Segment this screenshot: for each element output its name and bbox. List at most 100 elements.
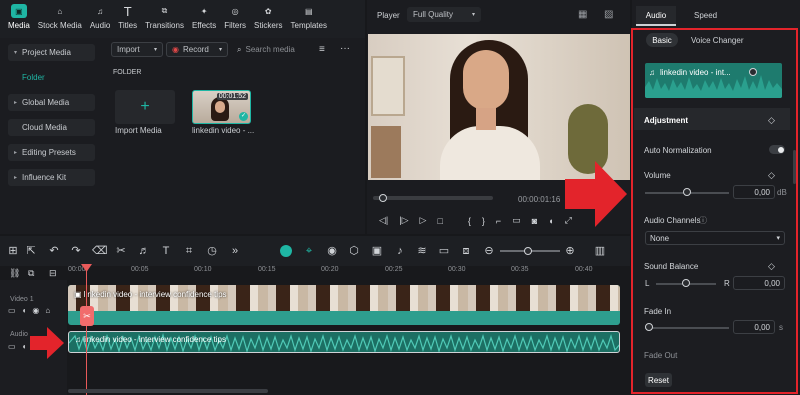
record-icon: ◉: [172, 45, 179, 54]
plus-icon: +: [140, 98, 150, 115]
media-clip-label: linkedin video - ...: [192, 126, 255, 135]
more-icon[interactable]: ···: [340, 43, 350, 54]
step-back-icon[interactable]: |▷: [399, 215, 408, 226]
video-person-shirt: [440, 126, 540, 180]
tab-titles[interactable]: T Titles: [114, 4, 141, 36]
speaker-icon[interactable]: ◖: [22, 342, 27, 351]
magnet-icon[interactable]: ⌖: [303, 245, 315, 257]
voiceover-icon[interactable]: ≋: [416, 245, 428, 257]
import-media-label: Import Media: [115, 126, 162, 135]
import-media-tile[interactable]: +: [115, 90, 175, 124]
sidebar-item-folder[interactable]: Folder: [8, 69, 95, 86]
quality-select[interactable]: Full Quality ▾: [407, 7, 481, 22]
speed-icon[interactable]: ◷: [206, 245, 218, 257]
stock-media-icon: ⌂: [57, 6, 63, 16]
zoom-knob[interactable]: [524, 247, 532, 255]
undo-icon[interactable]: ↶: [48, 245, 60, 257]
folder-icon[interactable]: ▭: [8, 306, 16, 315]
player-progress[interactable]: [373, 196, 493, 200]
render-icon[interactable]: ▣: [371, 245, 383, 257]
tab-filters[interactable]: ◎ Filters: [220, 4, 250, 36]
sidebar-item-cloud-media[interactable]: Cloud Media: [8, 119, 95, 136]
media-clip-thumbnail[interactable]: 00:01:52 ✓: [192, 90, 251, 124]
tab-media[interactable]: ▣ Media: [4, 4, 34, 36]
redo-icon[interactable]: ↷: [70, 245, 82, 257]
audio-clip[interactable]: ♫ linkedin video - interview confidence …: [68, 331, 620, 353]
expand-icon: ▸: [14, 100, 18, 106]
text-tool-icon[interactable]: T: [160, 245, 172, 257]
tab-stickers[interactable]: ✿ Stickers: [250, 4, 286, 36]
speaker-icon[interactable]: ◖: [22, 306, 27, 315]
video-person-neck: [476, 108, 496, 130]
play-icon[interactable]: ▷: [420, 215, 427, 226]
volume-icon[interactable]: ◖: [548, 216, 553, 226]
tab-stock-media[interactable]: ⌂ Stock Media: [34, 4, 86, 36]
player-controls: ◁| |▷ ▷ □ { } ⌐ ▭ ◙ ◖ ⤢: [379, 215, 572, 226]
tab-audio-props[interactable]: Audio: [636, 6, 676, 26]
record-button[interactable]: ◉ Record ▾: [166, 42, 228, 57]
snapshot-view-icon[interactable]: ▨: [604, 9, 613, 20]
pip-icon[interactable]: ⧈: [460, 245, 472, 257]
mark-in-icon[interactable]: {: [468, 216, 471, 226]
sidebar-item-global-media[interactable]: ▸ Global Media: [8, 94, 95, 111]
playhead-line[interactable]: [86, 266, 87, 395]
sidebar-item-editing-presets[interactable]: ▸ Editing Presets: [8, 144, 95, 161]
prev-frame-icon[interactable]: ◁|: [379, 215, 388, 226]
delete-icon[interactable]: ⌫: [92, 245, 108, 257]
split-marker-icon[interactable]: ✂: [80, 306, 94, 326]
screen-icon[interactable]: ▭: [438, 245, 450, 257]
shield-icon[interactable]: ⬡: [348, 245, 360, 257]
camera-icon[interactable]: ◙: [532, 216, 537, 226]
audio-edit-icon[interactable]: ♬: [138, 245, 150, 257]
layout-icon[interactable]: ▥: [594, 245, 606, 257]
stop-icon[interactable]: □: [437, 216, 442, 226]
zoom-out-icon[interactable]: ⊖: [483, 245, 495, 257]
timeline-scrollbar[interactable]: [68, 389, 268, 393]
split-icon[interactable]: ✂: [115, 245, 127, 257]
thumbnail-face: [215, 101, 225, 113]
grid-view-icon[interactable]: ▦: [578, 9, 587, 20]
tab-transitions[interactable]: ⧉ Transitions: [141, 4, 188, 36]
sidebar-item-influence-kit[interactable]: ▸ Influence Kit: [8, 169, 95, 186]
titles-icon: T: [123, 3, 132, 19]
expand-icon: ▸: [14, 175, 18, 181]
filter-icon[interactable]: ≡: [319, 44, 325, 55]
zoom-in-icon[interactable]: ⊕: [564, 245, 576, 257]
tab-speed[interactable]: Speed: [694, 11, 717, 20]
lock-icon[interactable]: ⌂: [45, 306, 50, 315]
video-preview: [368, 34, 630, 180]
filters-icon: ◎: [231, 6, 239, 16]
mark-out-icon[interactable]: }: [482, 216, 485, 226]
display-icon[interactable]: ▭: [512, 215, 521, 226]
tab-effects[interactable]: ✦ Effects: [188, 4, 220, 36]
clip-icon: ▣: [74, 290, 84, 299]
folder-icon[interactable]: ▭: [8, 342, 16, 351]
import-button[interactable]: Import ▾: [111, 42, 163, 57]
more-tools-icon[interactable]: »: [229, 245, 241, 257]
sidebar-item-project-media[interactable]: ▾ Project Media: [8, 44, 95, 61]
tab-audio[interactable]: ♫ Audio: [86, 4, 114, 36]
add-track-icon[interactable]: ⛓: [9, 268, 20, 279]
media-library: Import ▾ ◉ Record ▾ ⌕ Search media ≡ ··· FOL…: [106, 38, 365, 234]
video-track-label: Video 1: [10, 296, 34, 303]
select-tool-icon[interactable]: ⊞: [7, 245, 19, 257]
snap-icon[interactable]: [280, 245, 292, 257]
media-icon: ▣: [10, 4, 27, 18]
eye-icon[interactable]: ◉: [32, 306, 39, 315]
player-progress-knob[interactable]: [379, 194, 387, 202]
marker-icon[interactable]: ⌐: [496, 216, 501, 226]
tab-templates[interactable]: ▤ Templates: [287, 4, 331, 36]
mic-icon[interactable]: ♪: [394, 245, 406, 257]
video-track-controls: ▭ ◖ ◉ ⌂: [8, 306, 50, 315]
crop-icon[interactable]: ⌗: [183, 245, 195, 257]
pointer-icon[interactable]: ⇱: [25, 245, 37, 257]
tick-label: 00:35: [511, 266, 529, 273]
search-icon: ⌕: [237, 44, 242, 54]
audio-clip-label: ♫ linkedin video - interview confidence …: [75, 335, 226, 344]
video-clip[interactable]: ▣ linkedin video - interview confidence …: [68, 285, 620, 325]
ai-icon[interactable]: ◉: [326, 245, 338, 257]
tick-label: 00:25: [385, 266, 403, 273]
search-input[interactable]: ⌕ Search media: [231, 42, 309, 57]
track-settings-icon[interactable]: ⊟: [49, 268, 57, 279]
link-icon[interactable]: ⧉: [28, 268, 34, 279]
